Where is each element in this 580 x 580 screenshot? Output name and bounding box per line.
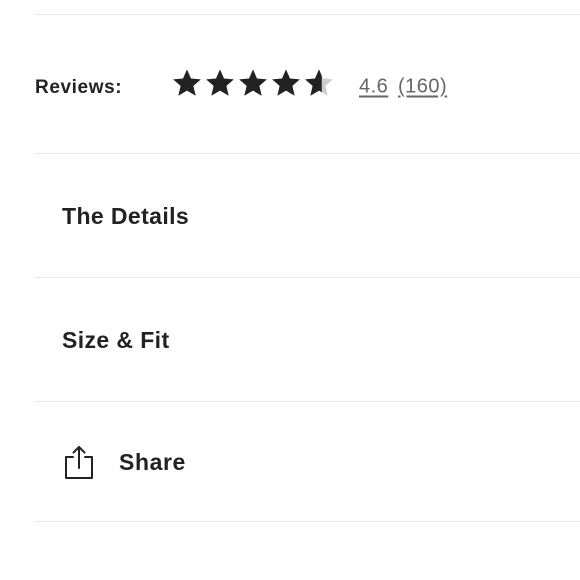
the-details-section[interactable]: The Details [35,154,580,278]
bottom-divider [35,521,580,522]
rating-value-link[interactable]: 4.6 [359,76,388,99]
top-divider [35,14,580,15]
star-icon-2 [206,69,234,96]
star-half-icon [305,69,333,96]
share-button[interactable]: Share [35,402,580,522]
star-icon-3 [239,69,267,96]
star-rating[interactable] [171,66,336,100]
reviews-row: Reviews: 4.6 (160) [35,16,580,153]
share-label: Share [119,448,186,475]
size-fit-label: Size & Fit [62,326,170,353]
share-icon [65,446,93,479]
reviews-label: Reviews: [35,77,123,98]
review-count-link[interactable]: (160) [398,76,447,99]
the-details-label: The Details [62,202,190,229]
size-fit-section[interactable]: Size & Fit [35,278,580,402]
star-icon-4 [272,69,300,96]
star-icon-1 [173,69,201,96]
